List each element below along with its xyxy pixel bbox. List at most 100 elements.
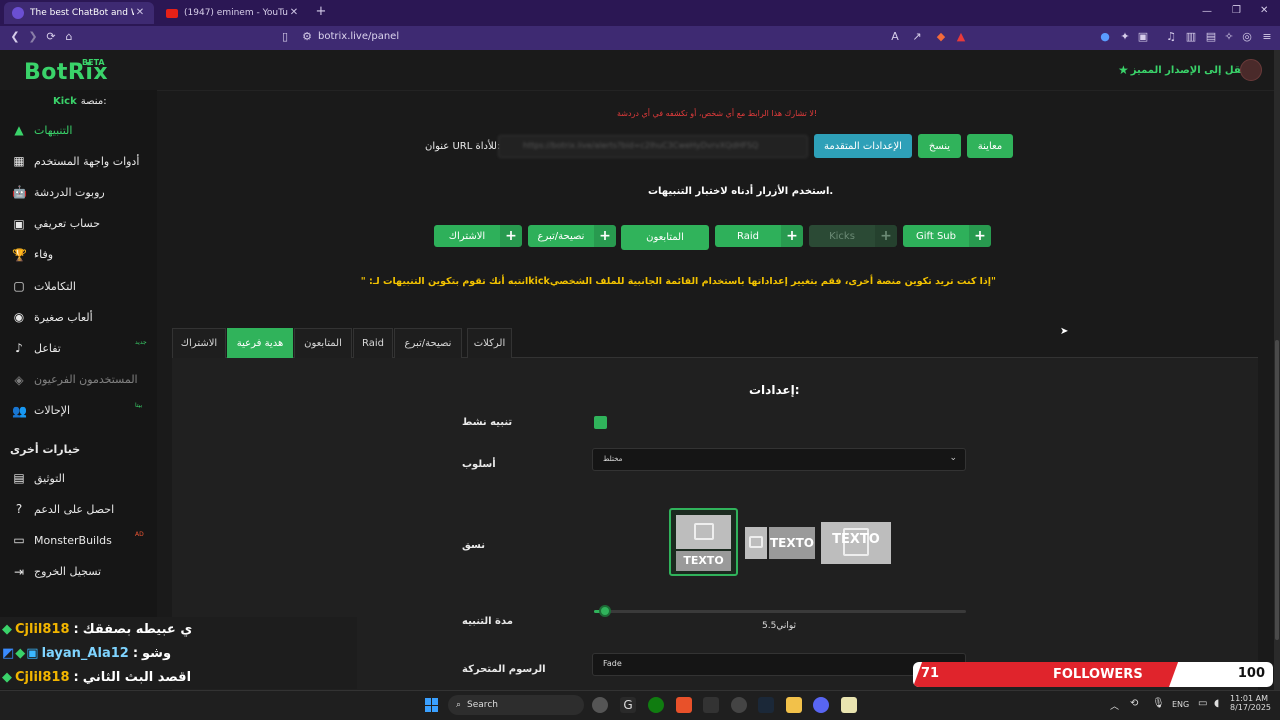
clock[interactable]: 11:01 AM 8/17/2025 xyxy=(1230,694,1271,712)
discord-icon[interactable] xyxy=(813,697,829,713)
sidebar-item-sidebar.items-7[interactable]: ♪ تفاعل جديد xyxy=(0,336,157,360)
copilot-icon[interactable]: G xyxy=(620,697,636,713)
new-tab-icon[interactable]: + xyxy=(314,5,328,19)
maximize-icon[interactable]: ❐ xyxy=(1232,5,1241,16)
chat-message: ◩ ◆ ▣ layan_Ala12 : وشو xyxy=(0,641,357,665)
sidebar-item-sidebar.items-4[interactable]: 🏆 وفاء xyxy=(0,243,157,267)
style-value: مختلط xyxy=(603,455,623,463)
translate-icon[interactable]: A xyxy=(888,30,902,44)
brave-rewards-icon[interactable]: ▲ xyxy=(954,30,968,44)
layout-option-overlay[interactable]: TEXTO xyxy=(821,522,891,564)
media-icon[interactable]: ♫ xyxy=(1164,30,1178,44)
animation-select[interactable]: Fade xyxy=(592,653,966,676)
address-bar[interactable]: botrix.live/panel xyxy=(318,31,399,42)
scroll-thumb[interactable] xyxy=(1275,340,1279,640)
sidebar-item-sidebar.items-1[interactable]: ▦ أدوات واجهة المستخدم xyxy=(0,149,157,173)
steam-icon[interactable] xyxy=(758,697,774,713)
taskbar-search[interactable]: ⌕ Search xyxy=(448,695,584,715)
widget-url-field[interactable]: https://botrix.live/alerts?bid=c2lhuC3Cw… xyxy=(498,135,808,158)
test-kicks-button[interactable]: Kicks + xyxy=(809,225,897,247)
windows-start-icon[interactable] xyxy=(425,698,439,712)
sidebar-item-label: احصل على الدعم xyxy=(34,502,115,516)
sidebar-item-sidebar.other-2[interactable]: ▭ MonsterBuilds AD xyxy=(0,528,157,552)
tab-followers[interactable]: المتابعون xyxy=(294,328,352,358)
test-followers-button[interactable]: المتابعون xyxy=(621,225,709,250)
sidebar-item-sidebar.items-5[interactable]: ▢ التكاملات xyxy=(0,274,157,298)
scrollbar[interactable] xyxy=(1274,50,1280,690)
network-icon[interactable]: ▭ xyxy=(1198,698,1207,709)
layout-option-side[interactable]: TEXTO xyxy=(745,527,815,559)
wallet2-icon[interactable]: ▤ xyxy=(1204,30,1218,44)
brave-shield-icon[interactable]: ◆ xyxy=(934,30,948,44)
reload-icon[interactable]: ⟳ xyxy=(44,30,58,44)
platform-indicator[interactable]: Kick منصة: xyxy=(53,96,107,107)
upgrade-link[interactable]: ★ انتقل إلى الإصدار المميز xyxy=(1118,63,1252,77)
sidebar-item-label: التكاملات xyxy=(34,279,76,293)
copy-button[interactable]: ينسخ xyxy=(918,134,961,158)
share-icon[interactable]: ↗ xyxy=(910,30,924,44)
sidebar-item-sidebar.other-1[interactable]: ? احصل على الدعم xyxy=(0,497,157,521)
wallet-icon[interactable]: ▣ xyxy=(1136,30,1150,44)
sidebar-item-label: الإحالات xyxy=(34,404,71,418)
diamond-badge-icon: ◆ xyxy=(15,645,26,661)
tray-sync-icon[interactable]: ⟲ xyxy=(1130,698,1138,709)
tab-kicks[interactable]: الركلات xyxy=(467,328,512,358)
menu-icon[interactable]: ≡ xyxy=(1260,30,1274,44)
test-tip-button[interactable]: نصيحة/تبرع + xyxy=(528,225,616,247)
bookmark-icon[interactable]: ▯ xyxy=(278,30,292,44)
trophy-icon: 🏆 xyxy=(12,247,27,262)
tab-subscribe[interactable]: الاشتراك xyxy=(172,328,226,358)
sidebar-item-sidebar.other-0[interactable]: ▤ التوثيق xyxy=(0,466,157,490)
xbox-icon[interactable] xyxy=(648,697,664,713)
tab-tip[interactable]: نصيحة/تبرع xyxy=(394,328,462,358)
style-select[interactable]: مختلط ⌄ xyxy=(592,448,966,471)
sidebar-toggle-icon[interactable]: ▥ xyxy=(1184,30,1198,44)
close-window-icon[interactable]: ✕ xyxy=(1260,5,1268,16)
layout-option-stacked[interactable]: TEXTO xyxy=(669,508,738,576)
sidebar-item-sidebar.items-9[interactable]: 👥 الإحالات بيتا xyxy=(0,399,157,423)
duration-slider-track[interactable] xyxy=(594,610,966,613)
active-alert-checkbox[interactable] xyxy=(594,416,607,429)
notepad-icon[interactable] xyxy=(841,697,857,713)
sidebar-item-label: التوثيق xyxy=(34,471,65,485)
avatar[interactable] xyxy=(1240,59,1262,81)
sidebar-item-sidebar.other-3[interactable]: ⇥ تسجيل الخروج xyxy=(0,560,157,584)
advanced-settings-button[interactable]: الإعدادات المتقدمة xyxy=(814,134,912,158)
puzzle-extensions-icon[interactable]: ✦ xyxy=(1118,30,1132,44)
home-icon[interactable]: ⌂ xyxy=(62,30,76,44)
users-icon: 👥 xyxy=(12,403,27,418)
tab-raid[interactable]: Raid xyxy=(353,328,393,358)
language-indicator[interactable]: ENG xyxy=(1172,700,1189,709)
close-tab-icon[interactable]: ✕ xyxy=(288,7,300,19)
close-tab-icon[interactable]: ✕ xyxy=(134,7,146,19)
test-gift-sub-button[interactable]: Gift Sub + xyxy=(903,225,991,247)
capcut-icon[interactable] xyxy=(703,697,719,713)
file-explorer-icon[interactable] xyxy=(786,697,802,713)
plus-icon: + xyxy=(594,225,616,247)
leo-icon[interactable]: ✧ xyxy=(1222,30,1236,44)
test-subscribe-button[interactable]: الاشتراك + xyxy=(434,225,522,247)
tray-chevron-icon[interactable]: ︿ xyxy=(1110,699,1119,712)
test-raid-button[interactable]: Raid + xyxy=(715,225,803,247)
sidebar-item-sidebar.items-2[interactable]: 🤖 روبوت الدردشة xyxy=(0,180,157,204)
minimize-icon[interactable]: — xyxy=(1202,6,1212,17)
preview-button[interactable]: معاينة xyxy=(967,134,1013,158)
task-view-icon[interactable] xyxy=(592,697,608,713)
sidebar-item-sidebar.items-6[interactable]: ◉ ألعاب صغيرة xyxy=(0,305,157,329)
browser-tab-botrix[interactable]: The best ChatBot and Widgets fo ✕ xyxy=(4,2,154,24)
extension-icon[interactable]: ● xyxy=(1098,30,1112,44)
header-divider xyxy=(0,90,1274,91)
browser-tab-youtube[interactable]: (1947) eminem - YouTube ✕ xyxy=(158,2,308,24)
brave-browser-icon[interactable] xyxy=(676,697,692,713)
sidebar-item-sidebar.items-3[interactable]: ▣ حساب تعريفي xyxy=(0,212,157,236)
vpn-icon[interactable]: ◎ xyxy=(1240,30,1254,44)
tray-mic-icon[interactable]: 🎙 xyxy=(1152,698,1165,709)
sidebar-item-sidebar.items-8[interactable]: ◈ المستخدمون الفرعيون xyxy=(0,368,157,392)
back-icon[interactable]: ❮ xyxy=(8,30,22,44)
site-info-icon[interactable]: ⚙ xyxy=(300,30,314,44)
forward-icon[interactable]: ❯ xyxy=(26,30,40,44)
tab-gift-sub[interactable]: هدية فرعية xyxy=(227,328,293,358)
obs-icon[interactable] xyxy=(731,697,747,713)
sidebar-item-sidebar.items-0[interactable]: ▲ التنبيهات xyxy=(0,118,157,142)
volume-icon[interactable]: ◖ xyxy=(1214,698,1219,709)
